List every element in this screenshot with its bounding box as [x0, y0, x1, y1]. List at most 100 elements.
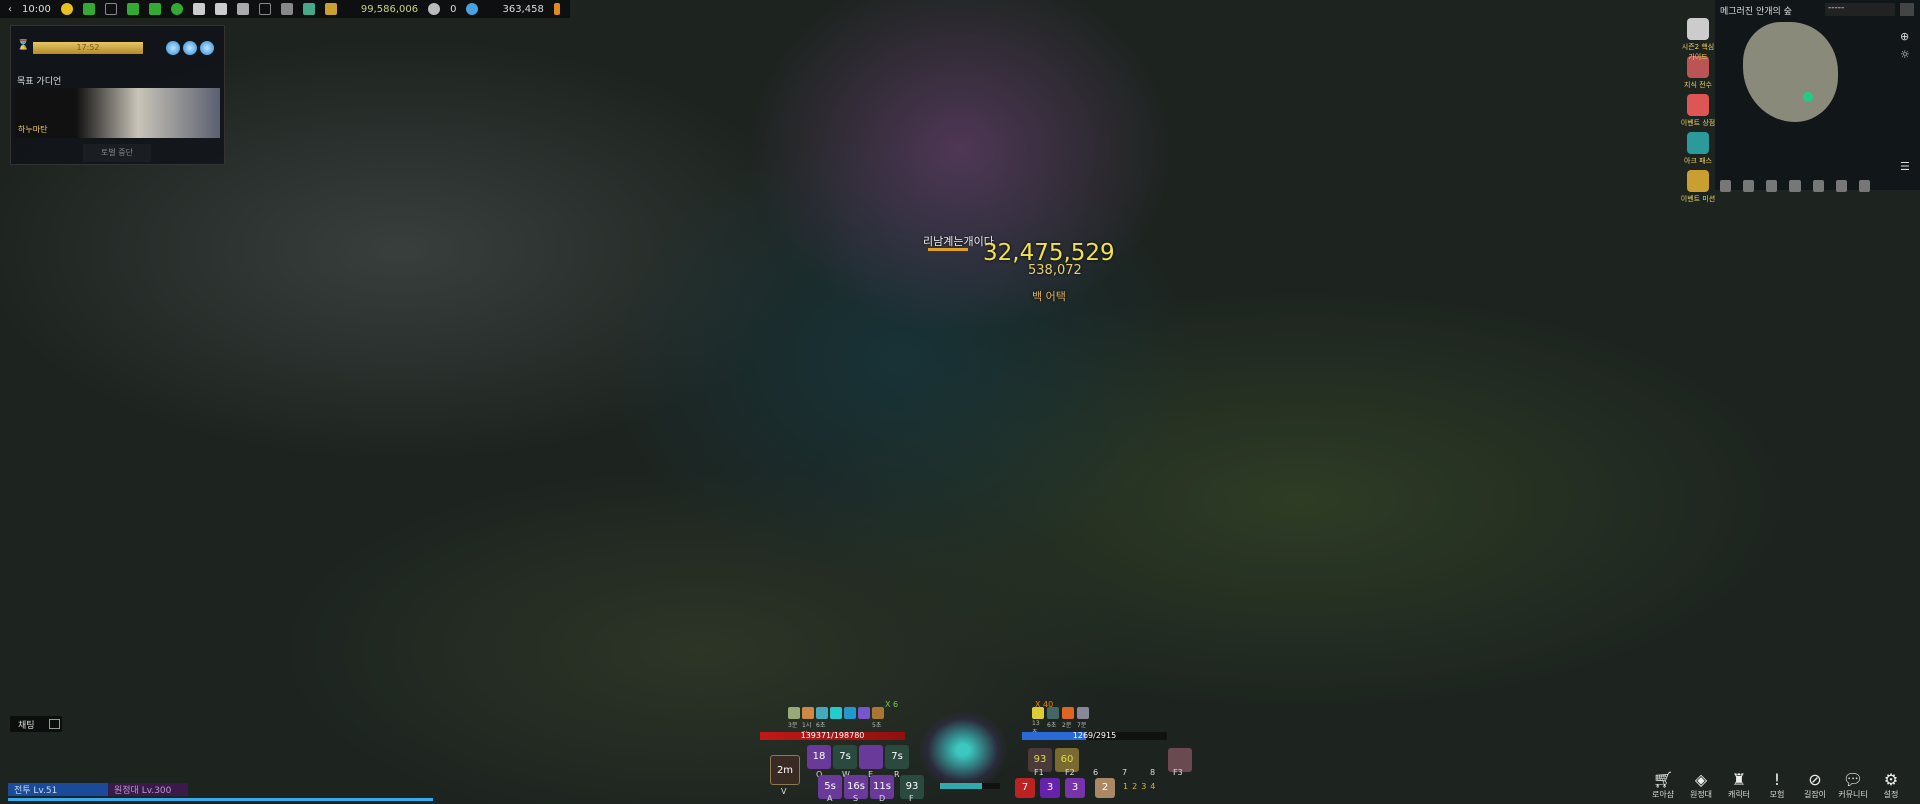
upload-icon[interactable] [1766, 180, 1778, 192]
abandon-raid-button[interactable]: 토벌 중단 [83, 144, 151, 162]
gear-icon: ⚙ [1883, 770, 1899, 789]
side-item-season-guide[interactable]: 시즌2 핵심가이드 [1680, 18, 1716, 61]
gold-icon [553, 3, 560, 15]
exp-bar [8, 798, 433, 801]
menu-community[interactable]: 💬︎ 커뮤니티 [1835, 770, 1871, 800]
minimize-button[interactable] [1900, 3, 1914, 16]
buff-icon [830, 707, 842, 719]
hp-potion[interactable]: 7 [1015, 778, 1035, 798]
map-terrain [1743, 22, 1838, 122]
compass-icon[interactable] [1743, 180, 1755, 192]
skill-hud: X 6 X 40 3분1시간6초5초 13초6초2분7분 139371/1987… [760, 700, 1192, 803]
expedition-level-tab[interactable]: 원정대 Lv.300 [108, 783, 188, 796]
buff-icon [844, 707, 856, 719]
orb-icon [166, 41, 180, 55]
expedition-level: 원정대 Lv.300 [114, 786, 172, 796]
combat-level-tab[interactable]: 전투 Lv.51 [8, 783, 108, 796]
mail-icon[interactable] [258, 3, 271, 15]
shield-icon[interactable] [170, 3, 183, 15]
menu-label: 모험 [1769, 790, 1785, 799]
chest-icon[interactable] [324, 3, 337, 15]
channel-select[interactable]: ----- [1825, 3, 1895, 16]
pet-icon[interactable] [214, 3, 227, 15]
menu-settings[interactable]: ⚙ 설정 [1873, 770, 1909, 800]
wing-icon[interactable] [148, 3, 161, 15]
awakening-skill[interactable]: 2m [770, 755, 800, 785]
skill-q[interactable]: 18 [807, 745, 831, 769]
crown-icon[interactable] [126, 3, 139, 15]
back-icon[interactable]: ‹ [8, 4, 12, 15]
music-icon[interactable] [192, 3, 205, 15]
skill-key: 7 [1122, 768, 1128, 777]
side-item-event-mission[interactable]: 이벤트 미션 [1680, 170, 1716, 208]
quick-slot[interactable]: 3 [1141, 782, 1146, 791]
debuff-icon [1032, 707, 1044, 719]
back-attack-label: 백 어택 [1032, 290, 1066, 303]
chat-window-icon[interactable] [49, 719, 60, 729]
debuff-icon [1077, 707, 1089, 719]
skill-key: R [894, 770, 900, 779]
home-icon[interactable] [302, 3, 315, 15]
skill-w[interactable]: 7s [833, 745, 857, 769]
quick-slot[interactable]: 4 [1150, 782, 1155, 791]
side-item-ark-pass[interactable]: 아크 패스 [1680, 132, 1716, 170]
side-item-label: 지식 전수 [1684, 81, 1712, 89]
consumable-4[interactable]: 2 [1095, 778, 1115, 798]
hourglass-icon: ⌛ [17, 40, 30, 51]
side-item-label: 이벤트 미션 [1680, 195, 1716, 203]
menu-shop[interactable]: 🛒︎ 로아샵 [1645, 770, 1681, 800]
menu-expedition[interactable]: ◈ 원정대 [1683, 770, 1719, 800]
bell-icon[interactable] [280, 3, 293, 15]
side-menu: 시즌2 핵심가이드 지식 전수 이벤트 상점 아크 패스 이벤트 미션 [1680, 18, 1716, 208]
crystal-icon [466, 3, 479, 15]
menu-guide[interactable]: ⊘ 길잡이 [1797, 770, 1833, 800]
buff-stack: X 6 [885, 700, 899, 709]
quick-slot[interactable]: 1 [1123, 782, 1128, 791]
chat-bubble-icon[interactable] [60, 3, 73, 15]
skill-key: V [781, 787, 787, 796]
boss-portrait: 하누마탄 [15, 88, 220, 138]
boss-name: 하누마탄 [18, 125, 48, 134]
orb-icon [183, 41, 197, 55]
storage-icon[interactable] [1812, 180, 1824, 192]
skill-e[interactable] [859, 745, 883, 769]
menu-adventure[interactable]: ! 모험 [1759, 770, 1795, 800]
gold-amount: 363,458 [502, 3, 544, 15]
debuff-icon [1062, 707, 1074, 719]
menu-icon[interactable]: ☰ [1900, 160, 1910, 173]
silver-icon [428, 3, 441, 15]
party-search-icon[interactable] [1789, 180, 1801, 192]
menu-character[interactable]: ♜ 캐릭터 [1721, 770, 1757, 800]
chat-icon: 💬︎ [1842, 770, 1864, 789]
minimap[interactable]: 메그러진 안개의 숲 ----- ⊕ ☼ ☰ [1715, 0, 1920, 192]
target-label: 목표 가디언 [17, 77, 62, 87]
skill-r[interactable]: 7s [885, 745, 909, 769]
pc-icon[interactable] [104, 3, 117, 15]
skill-key: 6 [1093, 768, 1099, 777]
hammer-icon[interactable] [1835, 180, 1847, 192]
side-item-event-shop[interactable]: 이벤트 상점 [1680, 94, 1716, 132]
bottom-menu: 🛒︎ 로아샵 ◈ 원정대 ♜ 캐릭터 ! 모험 ⊘ 길잡이 💬︎ 커뮤니티 ⚙ 설정 [1640, 770, 1920, 804]
exclamation-icon: ! [1773, 770, 1781, 789]
map-search-icon[interactable] [1720, 180, 1732, 192]
skill-key: F [909, 794, 914, 803]
magnet-icon[interactable] [1858, 180, 1870, 192]
zoom-in-icon[interactable]: ⊕ [1900, 30, 1909, 43]
raid-timer: 17:52 [33, 42, 143, 54]
quick-slot[interactable]: 2 [1132, 782, 1137, 791]
buff-icon [858, 707, 870, 719]
buff-bar [788, 707, 884, 719]
consumable-2[interactable]: 3 [1040, 778, 1060, 798]
buff-icon [816, 707, 828, 719]
menu-label: 캐릭터 [1727, 790, 1751, 799]
guardian-raid-panel: ⌛ 17:52 목표 가디언 하누마탄 토벌 중단 [10, 25, 225, 165]
card-icon[interactable] [236, 3, 249, 15]
calendar-icon[interactable] [82, 3, 95, 15]
damage-number-secondary: 538,072 [1028, 263, 1082, 278]
brightness-icon[interactable]: ☼ [1900, 48, 1910, 61]
consumable-3[interactable]: 3 [1065, 778, 1085, 798]
player-hp-bar [928, 248, 968, 251]
mp-bar: 1269/2915 [1022, 732, 1167, 740]
clock-time: 10:00 [22, 3, 51, 15]
debuff-bar [1032, 707, 1089, 719]
